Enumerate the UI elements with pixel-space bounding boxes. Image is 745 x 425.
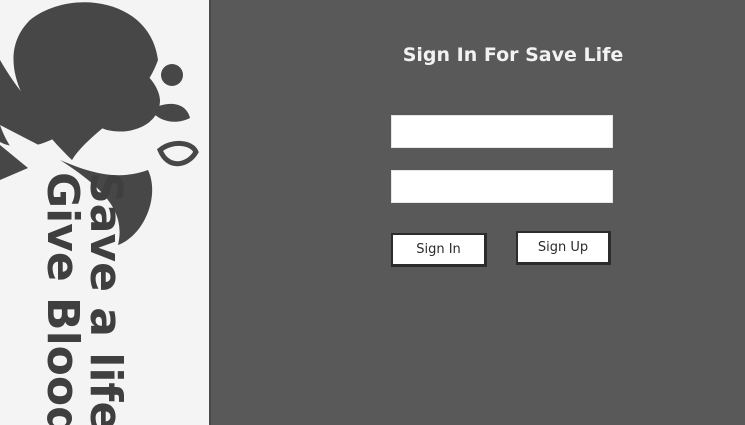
username-field[interactable] [391,115,613,148]
sign-up-button[interactable]: Sign Up [516,231,611,265]
login-screen: Save a life Give Blood Sign In For Save … [0,0,745,425]
tagline: Save a life Give Blood [0,0,209,425]
brand-panel: Save a life Give Blood [0,0,209,425]
tagline-give-blood: Give Blood [37,172,88,425]
password-field[interactable] [391,170,613,203]
tagline-save-a-life: Save a life [80,172,131,425]
sign-in-form-panel: Sign In For Save Life Sign In Sign Up [211,0,745,425]
sign-in-button[interactable]: Sign In [391,233,487,267]
form-title: Sign In For Save Life [402,44,624,66]
